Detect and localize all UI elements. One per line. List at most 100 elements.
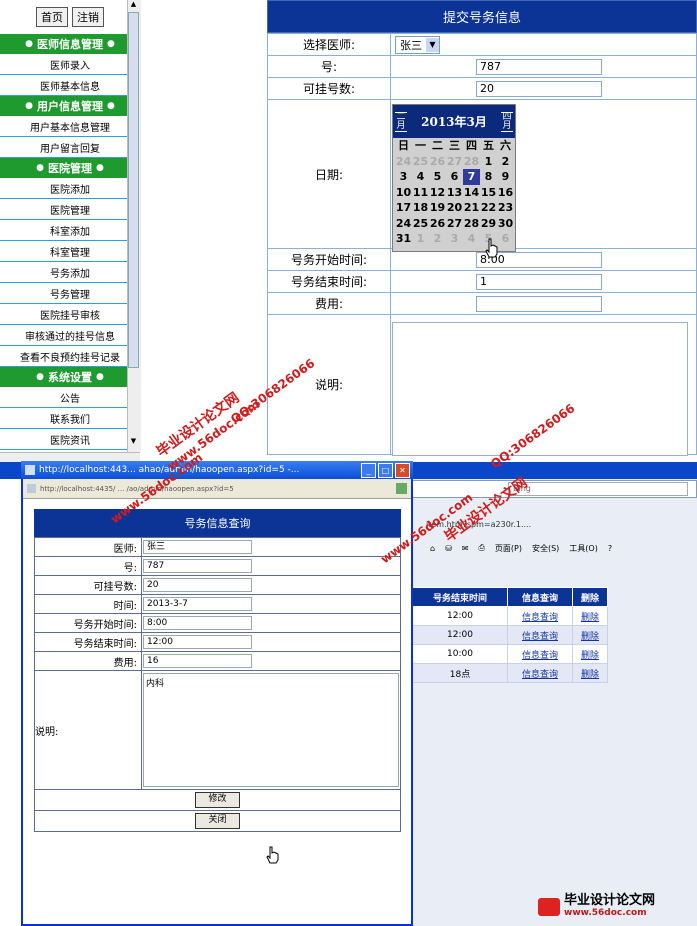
next-month-button[interactable]: 四月: [501, 111, 513, 132]
fee-input[interactable]: [476, 295, 602, 312]
nav-item[interactable]: 审核通过的挂号信息: [0, 325, 140, 346]
nav-item[interactable]: 查看不良预约挂号记录: [0, 346, 140, 367]
calendar-day[interactable]: 6: [446, 169, 463, 185]
end-time-input[interactable]: 1: [476, 273, 602, 290]
number-input[interactable]: 787: [476, 58, 602, 75]
calendar-day[interactable]: 27: [446, 154, 463, 170]
calendar-day[interactable]: 26: [429, 216, 446, 232]
calendar-day[interactable]: 28: [463, 154, 480, 170]
nav-group-header[interactable]: ● 医师信息管理 ●: [0, 34, 140, 54]
calendar-day[interactable]: 9: [497, 169, 514, 185]
close-button[interactable]: 关闭: [195, 813, 240, 829]
minimize-icon[interactable]: _: [361, 462, 376, 478]
calendar-day[interactable]: 3: [446, 231, 463, 247]
description-textarea[interactable]: 内科: [143, 673, 399, 787]
field-value-input[interactable]: 20: [143, 578, 252, 592]
popup-address-bar[interactable]: http://localhost:4435/ ... /ao/admin/hao…: [23, 479, 411, 499]
field-value-input[interactable]: 张三: [143, 540, 252, 554]
count-input[interactable]: 20: [476, 80, 602, 97]
query-link[interactable]: 信息查询: [506, 625, 573, 645]
calendar-day[interactable]: 23: [497, 200, 514, 216]
nav-group-header[interactable]: ● 医院管理 ●: [0, 158, 140, 178]
field-value-input[interactable]: 16: [143, 654, 252, 668]
query-link[interactable]: 信息查询: [506, 644, 573, 664]
calendar-day[interactable]: 19: [429, 200, 446, 216]
bing-search-box[interactable]: Bing: [508, 482, 688, 496]
nav-item[interactable]: 医院管理: [0, 199, 140, 220]
calendar-day[interactable]: 1: [480, 154, 497, 170]
calendar-day[interactable]: 28: [463, 216, 480, 232]
logout-button[interactable]: 注销: [72, 7, 104, 27]
calendar-day[interactable]: 11: [412, 185, 429, 201]
calendar-day[interactable]: 12: [429, 185, 446, 201]
calendar-day[interactable]: 3: [395, 169, 412, 185]
nav-item[interactable]: 号务管理: [0, 283, 140, 304]
delete-link[interactable]: 删除: [571, 663, 609, 683]
edit-button[interactable]: 修改: [195, 792, 240, 808]
help-icon[interactable]: ?: [608, 544, 612, 553]
page-menu[interactable]: 页面(P): [495, 543, 522, 554]
delete-link[interactable]: 删除: [571, 644, 609, 664]
field-value-input[interactable]: 8:00: [143, 616, 252, 630]
calendar-day[interactable]: 31: [395, 231, 412, 247]
chevron-down-icon[interactable]: ▼: [426, 37, 439, 52]
close-icon[interactable]: ✕: [395, 462, 410, 478]
calendar-day[interactable]: 17: [395, 200, 412, 216]
field-value-input[interactable]: 12:00: [143, 635, 252, 649]
calendar-day[interactable]: 18: [412, 200, 429, 216]
nav-item[interactable]: 医院资讯: [0, 429, 140, 450]
calendar-day[interactable]: 22: [480, 200, 497, 216]
nav-scrollbar-thumb[interactable]: [128, 12, 139, 368]
nav-item[interactable]: 医院添加: [0, 178, 140, 199]
calendar-day[interactable]: 7: [463, 169, 480, 185]
calendar-day[interactable]: 14: [463, 185, 480, 201]
calendar-day[interactable]: 30: [497, 216, 514, 232]
calendar-day[interactable]: 29: [480, 216, 497, 232]
query-link[interactable]: 信息查询: [506, 606, 573, 626]
nav-item[interactable]: 医师基本信息: [0, 75, 140, 96]
calendar-day[interactable]: 10: [395, 185, 412, 201]
scroll-down-arrow-icon[interactable]: ▼: [128, 437, 139, 448]
calendar-day[interactable]: 5: [429, 169, 446, 185]
nav-item[interactable]: 科室管理: [0, 241, 140, 262]
calendar-day[interactable]: 8: [480, 169, 497, 185]
maximize-icon[interactable]: □: [378, 462, 393, 478]
calendar-day[interactable]: 2: [429, 231, 446, 247]
calendar-day[interactable]: 25: [412, 216, 429, 232]
field-value-input[interactable]: 787: [143, 559, 252, 573]
nav-item[interactable]: 公告: [0, 387, 140, 408]
home-button[interactable]: 首页: [36, 7, 68, 27]
calendar-day[interactable]: 4: [412, 169, 429, 185]
query-link[interactable]: 信息查询: [506, 663, 573, 683]
safety-menu[interactable]: 安全(S): [532, 543, 559, 554]
prev-month-button[interactable]: 二月: [395, 111, 407, 132]
calendar-day[interactable]: 24: [395, 216, 412, 232]
delete-link[interactable]: 删除: [571, 625, 609, 645]
nav-item[interactable]: 科室添加: [0, 220, 140, 241]
calendar-day[interactable]: 27: [446, 216, 463, 232]
doctor-select[interactable]: 张三 ▼: [395, 35, 440, 54]
calendar-day[interactable]: 1: [412, 231, 429, 247]
calendar-day[interactable]: 21: [463, 200, 480, 216]
nav-group-header[interactable]: ● 用户信息管理 ●: [0, 96, 140, 116]
calendar-day[interactable]: 2: [497, 154, 514, 170]
print-icon[interactable]: ⎙: [478, 543, 484, 553]
calendar-day[interactable]: 15: [480, 185, 497, 201]
nav-item[interactable]: 用户留言回复: [0, 137, 140, 158]
calendar-day[interactable]: 16: [497, 185, 514, 201]
field-value-input[interactable]: 2013-3-7: [143, 597, 252, 611]
scroll-up-arrow-icon[interactable]: ▲: [128, 0, 139, 11]
refresh-icon[interactable]: [396, 483, 407, 494]
delete-link[interactable]: 删除: [571, 606, 609, 626]
nav-item[interactable]: 号务添加: [0, 262, 140, 283]
calendar-day[interactable]: 26: [429, 154, 446, 170]
home-icon[interactable]: ⌂: [430, 544, 435, 553]
nav-item[interactable]: 联系我们: [0, 408, 140, 429]
nav-item[interactable]: 医师录入: [0, 54, 140, 75]
calendar-day[interactable]: 4: [463, 231, 480, 247]
calendar-day[interactable]: 25: [412, 154, 429, 170]
tools-menu[interactable]: 工具(O): [569, 543, 598, 554]
nav-group-header[interactable]: ● 系统设置 ●: [0, 367, 140, 387]
calendar-day[interactable]: 24: [395, 154, 412, 170]
calendar-day[interactable]: 20: [446, 200, 463, 216]
